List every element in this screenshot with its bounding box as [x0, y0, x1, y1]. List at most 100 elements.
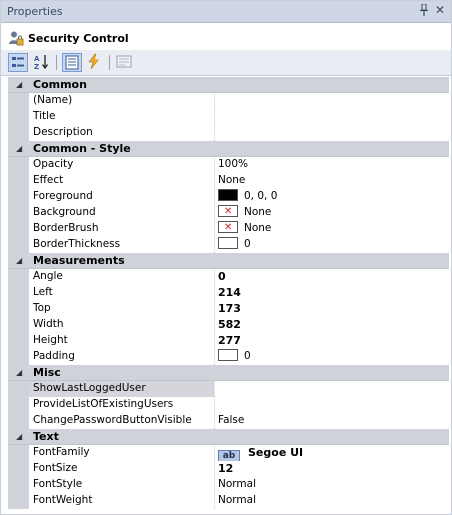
- property-value[interactable]: Normal: [216, 493, 449, 509]
- property-row-angle[interactable]: Angle 0: [8, 269, 449, 285]
- pin-icon[interactable]: [419, 3, 431, 18]
- property-row-changepasswordbuttonvisible[interactable]: ChangePasswordButtonVisible False: [8, 413, 449, 429]
- panel-titlebar: Properties ✕: [1, 1, 451, 23]
- category-common-style[interactable]: ◢ Common - Style: [8, 141, 449, 157]
- toolbar-separator: [56, 55, 57, 70]
- thickness-icon[interactable]: [218, 237, 238, 249]
- property-row-providelistofexistingusers[interactable]: ProvideListOfExistingUsers: [8, 397, 449, 413]
- property-value[interactable]: [216, 93, 449, 109]
- category-common[interactable]: ◢ Common: [8, 77, 449, 93]
- property-row-foreground[interactable]: Foreground 0, 0, 0: [8, 189, 449, 205]
- row-gutter: [8, 173, 29, 189]
- property-row-description[interactable]: Description: [8, 125, 449, 141]
- property-row-title[interactable]: Title: [8, 109, 449, 125]
- property-value-color[interactable]: 0, 0, 0: [216, 189, 449, 205]
- row-gutter: [8, 397, 29, 413]
- no-brush-icon[interactable]: [218, 205, 238, 219]
- property-value-thickness[interactable]: 0: [216, 349, 449, 365]
- property-name: FontStyle: [29, 477, 215, 493]
- security-control-icon: [8, 30, 24, 46]
- close-icon[interactable]: ✕: [435, 3, 447, 17]
- property-value-font[interactable]: ab Segoe UI: [216, 445, 449, 461]
- property-row-showlastloggeduser[interactable]: ShowLastLoggedUser: [8, 381, 449, 397]
- collapse-triangle-icon[interactable]: ◢: [16, 144, 22, 153]
- property-row-background[interactable]: Background None: [8, 205, 449, 221]
- property-value[interactable]: [216, 125, 449, 141]
- property-row-borderthickness[interactable]: BorderThickness 0: [8, 237, 449, 253]
- property-value[interactable]: 0: [216, 269, 449, 285]
- collapse-triangle-icon[interactable]: ◢: [16, 368, 22, 377]
- row-gutter: [8, 317, 29, 333]
- row-gutter: [8, 93, 29, 109]
- property-value[interactable]: [216, 397, 449, 413]
- property-value-brush[interactable]: None: [216, 205, 449, 221]
- svg-text:A: A: [34, 55, 40, 63]
- category-text[interactable]: ◢ Text: [8, 429, 449, 445]
- property-value[interactable]: False: [216, 413, 449, 429]
- property-name: Description: [29, 125, 215, 141]
- property-name: BorderBrush: [29, 221, 215, 237]
- property-value[interactable]: [216, 381, 449, 397]
- selected-object-row: Security Control: [1, 24, 451, 50]
- thickness-value-text: 0: [244, 238, 251, 250]
- sort-alphabetical-icon[interactable]: AZ: [32, 53, 52, 72]
- color-swatch[interactable]: [218, 189, 238, 201]
- collapse-triangle-icon[interactable]: ◢: [16, 432, 22, 441]
- property-row-fontsize[interactable]: FontSize 12: [8, 461, 449, 477]
- thickness-value-text: 0: [244, 350, 251, 362]
- property-name: Opacity: [29, 157, 215, 173]
- property-value[interactable]: None: [216, 173, 449, 189]
- row-gutter: [8, 157, 29, 173]
- property-value-brush[interactable]: None: [216, 221, 449, 237]
- property-row-top[interactable]: Top 173: [8, 301, 449, 317]
- property-value[interactable]: 12: [216, 461, 449, 477]
- row-gutter: [8, 413, 29, 429]
- property-row-fontfamily[interactable]: FontFamily ab Segoe UI: [8, 445, 449, 461]
- property-row-width[interactable]: Width 582: [8, 317, 449, 333]
- property-value[interactable]: Normal: [216, 477, 449, 493]
- property-row-effect[interactable]: Effect None: [8, 173, 449, 189]
- thickness-icon[interactable]: [218, 349, 238, 361]
- font-preview-icon[interactable]: ab: [218, 450, 240, 461]
- property-name: Padding: [29, 349, 215, 365]
- property-name: Top: [29, 301, 215, 317]
- events-lightning-icon[interactable]: [85, 53, 105, 72]
- collapse-triangle-icon[interactable]: ◢: [16, 80, 22, 89]
- property-value[interactable]: 173: [216, 301, 449, 317]
- property-value[interactable]: [216, 109, 449, 125]
- color-value-text: 0, 0, 0: [244, 190, 278, 202]
- category-measurements[interactable]: ◢ Measurements: [8, 253, 449, 269]
- svg-text:Z: Z: [34, 63, 39, 70]
- property-value[interactable]: 214: [216, 285, 449, 301]
- property-name: Height: [29, 333, 215, 349]
- row-gutter: [8, 285, 29, 301]
- category-label: Measurements: [33, 254, 125, 267]
- row-gutter: [8, 349, 29, 365]
- property-value[interactable]: 100%: [216, 157, 449, 173]
- row-gutter: [8, 445, 29, 461]
- property-name: Effect: [29, 173, 215, 189]
- property-row-name[interactable]: (Name): [8, 93, 449, 109]
- property-row-height[interactable]: Height 277: [8, 333, 449, 349]
- property-value[interactable]: 582: [216, 317, 449, 333]
- property-row-borderbrush[interactable]: BorderBrush None: [8, 221, 449, 237]
- properties-icon[interactable]: [62, 53, 82, 72]
- property-value[interactable]: 277: [216, 333, 449, 349]
- property-row-padding[interactable]: Padding 0: [8, 349, 449, 365]
- row-gutter: [8, 381, 29, 397]
- property-row-fontweight[interactable]: FontWeight Normal: [8, 493, 449, 509]
- property-row-opacity[interactable]: Opacity 100%: [8, 157, 449, 173]
- categorized-icon[interactable]: [8, 53, 28, 72]
- brush-value-text: None: [244, 206, 272, 218]
- collapse-triangle-icon[interactable]: ◢: [16, 256, 22, 265]
- property-name: Foreground: [29, 189, 215, 205]
- properties-window: Properties ✕ Security Control AZ ◢ Commo…: [0, 0, 452, 515]
- font-value-text: Segoe UI: [248, 446, 304, 459]
- no-brush-icon[interactable]: [218, 221, 238, 235]
- property-pages-icon[interactable]: [115, 53, 135, 72]
- property-value-thickness[interactable]: 0: [216, 237, 449, 253]
- row-gutter: [8, 477, 29, 493]
- property-row-left[interactable]: Left 214: [8, 285, 449, 301]
- property-row-fontstyle[interactable]: FontStyle Normal: [8, 477, 449, 493]
- category-misc[interactable]: ◢ Misc: [8, 365, 449, 381]
